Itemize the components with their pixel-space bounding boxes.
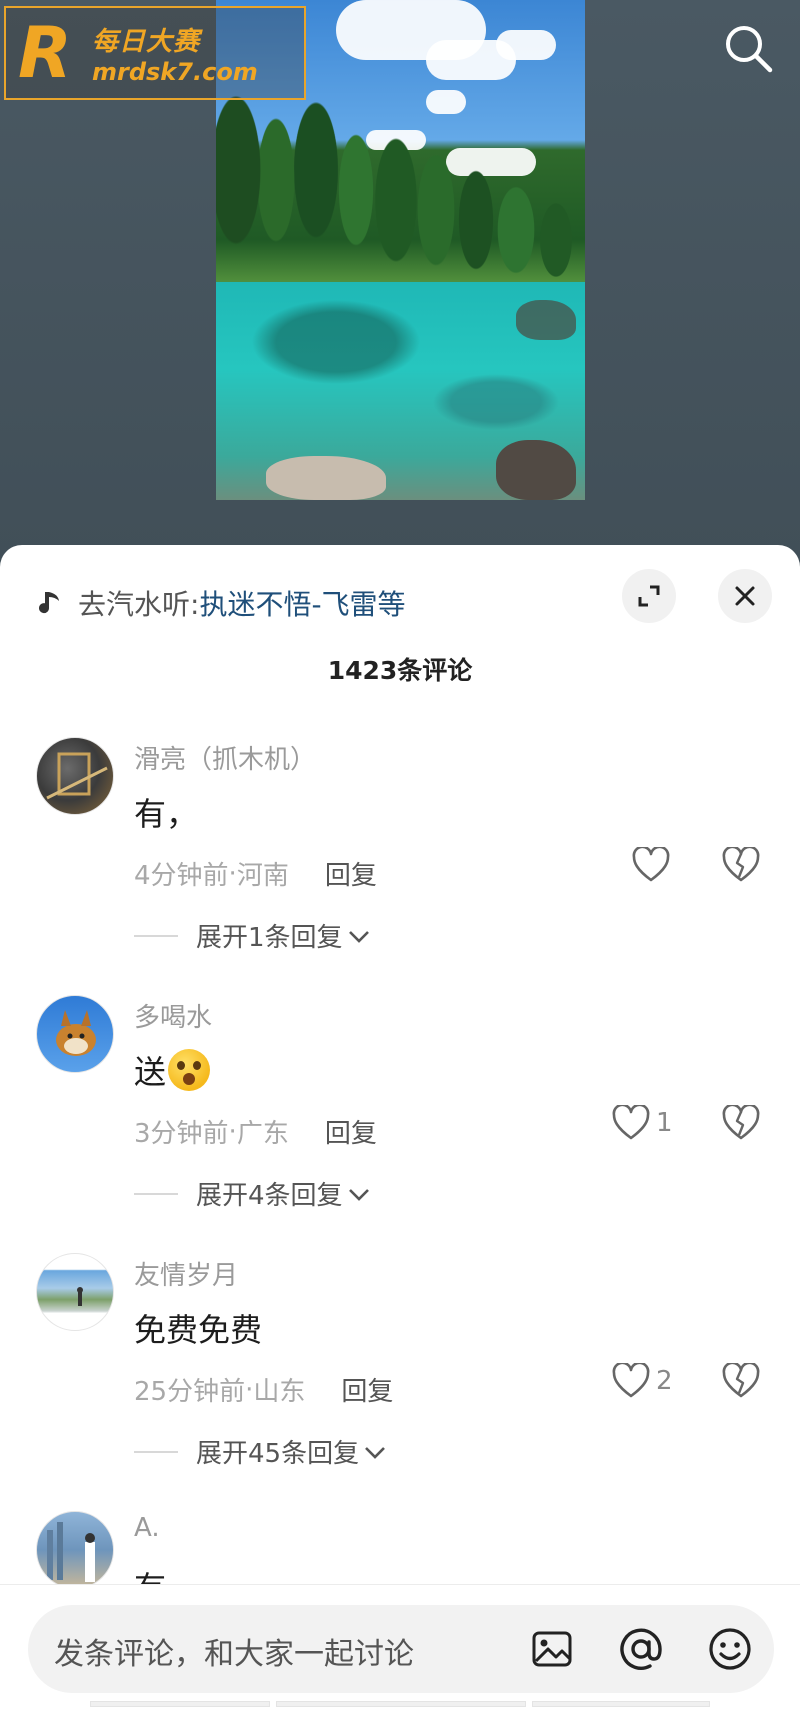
comment-text: 免费免费 — [134, 1311, 263, 1349]
comment-time: 4分钟前 — [134, 861, 229, 891]
like-button[interactable]: 2 — [612, 1363, 673, 1399]
comment-meta: 4分钟前 · 河南 回复 — [134, 855, 377, 892]
shocked-emoji-icon — [168, 1049, 211, 1091]
avatar[interactable] — [36, 737, 114, 815]
reply-button[interactable]: 回复 — [325, 855, 377, 892]
search-button[interactable] — [718, 18, 778, 78]
divider — [134, 934, 178, 937]
music-note-icon — [39, 592, 59, 614]
meta-separator: · — [228, 1116, 237, 1147]
expand-replies-label: 展开45条回复 — [196, 1439, 360, 1469]
broken-heart-icon — [722, 1103, 760, 1140]
like-button[interactable] — [632, 847, 670, 883]
broken-heart-icon — [722, 845, 760, 882]
image-icon — [532, 1631, 572, 1667]
watermark-logo-letter: R — [18, 12, 72, 94]
comment-count-title: 1423条评论 — [327, 656, 473, 685]
expand-replies-label: 展开4条回复 — [196, 1181, 343, 1211]
comment-text: 送 — [134, 1047, 211, 1093]
like-count: 1 — [656, 1108, 673, 1138]
comment-item: 滑亮（抓木机） 有， 4分钟前 · 河南 回复 展开1条回复 — [0, 737, 800, 995]
like-count: 2 — [656, 1366, 673, 1396]
watermark-name: 每日大赛 — [92, 26, 201, 57]
comment-input-placeholder[interactable]: 发条评论，和大家一起讨论 — [54, 1629, 414, 1673]
video-area[interactable]: R 每日大赛 mrdsk7.com — [0, 0, 800, 560]
reply-button[interactable]: 回复 — [325, 1113, 377, 1150]
comment-username[interactable]: A. — [134, 1513, 160, 1543]
watermark-logo: R 每日大赛 mrdsk7.com — [4, 6, 306, 100]
comment-item: 友情岁月 免费免费 25分钟前 · 山东 回复 2 展开45条回复 — [0, 1253, 800, 1511]
like-button[interactable]: 1 — [612, 1105, 673, 1141]
image-button[interactable] — [524, 1621, 580, 1677]
comment-meta: 3分钟前 · 广东 回复 — [134, 1113, 377, 1150]
comment-input-bar: 发条评论，和大家一起讨论 — [0, 1584, 800, 1710]
music-title[interactable]: 执迷不悟-飞雷等 — [199, 583, 405, 623]
mention-button[interactable] — [613, 1621, 669, 1677]
comment-location: 河南 — [236, 861, 289, 891]
heart-icon — [612, 1105, 650, 1140]
divider — [134, 1192, 178, 1195]
music-prefix: 去汽水听: — [78, 588, 200, 621]
meta-separator: · — [245, 1374, 254, 1405]
avatar[interactable] — [36, 1511, 114, 1589]
comment-item: 多喝水 送 3分钟前 · 广东 回复 1 展开4条回复 — [0, 995, 800, 1253]
chevron-down-icon — [348, 1188, 369, 1201]
comment-location: 山东 — [253, 1377, 306, 1407]
chevron-down-icon — [348, 930, 369, 943]
comment-sheet: 去汽水听: 执迷不悟-飞雷等 1423条评论 滑亮（抓木机） 有， 4分钟前 ·… — [0, 545, 800, 1710]
divider — [134, 1450, 178, 1453]
comment-text: 有， — [134, 795, 199, 833]
heart-icon — [632, 847, 670, 882]
comment-location: 广东 — [236, 1119, 289, 1149]
comment-username[interactable]: 多喝水 — [134, 997, 212, 1034]
emoji-icon — [709, 1628, 751, 1670]
keyboard-hint-bar — [90, 1701, 710, 1710]
avatar[interactable] — [36, 995, 114, 1073]
comment-time: 3分钟前 — [134, 1119, 229, 1149]
dislike-button[interactable] — [722, 1361, 760, 1403]
avatar[interactable] — [36, 1253, 114, 1331]
watermark-text: 每日大赛 mrdsk7.com — [92, 21, 258, 86]
dislike-button[interactable] — [722, 845, 760, 887]
expand-replies[interactable]: 展开1条回复 — [134, 917, 371, 954]
comment-username[interactable]: 滑亮（抓木机） — [134, 739, 316, 776]
watermark-site: mrdsk7.com — [92, 57, 258, 86]
comment-username[interactable]: 友情岁月 — [134, 1255, 238, 1292]
expand-icon — [638, 585, 660, 607]
close-icon — [735, 586, 755, 606]
comment-meta: 25分钟前 · 山东 回复 — [134, 1371, 393, 1408]
broken-heart-icon — [722, 1361, 760, 1398]
comment-input[interactable]: 发条评论，和大家一起讨论 — [28, 1605, 774, 1693]
expand-replies[interactable]: 展开45条回复 — [134, 1433, 387, 1470]
comment-item: A. 有 — [0, 1511, 800, 1591]
emoji-button[interactable] — [702, 1621, 758, 1677]
chevron-down-icon — [365, 1446, 386, 1459]
meta-separator: · — [228, 858, 237, 889]
dislike-button[interactable] — [722, 1103, 760, 1145]
expand-button[interactable] — [622, 569, 676, 623]
expand-replies[interactable]: 展开4条回复 — [134, 1175, 371, 1212]
reply-button[interactable]: 回复 — [341, 1371, 393, 1408]
search-icon — [726, 26, 773, 73]
music-link[interactable]: 去汽水听: 执迷不悟-飞雷等 — [36, 583, 406, 623]
heart-icon — [612, 1363, 650, 1398]
expand-replies-label: 展开1条回复 — [196, 923, 343, 953]
at-icon — [620, 1628, 662, 1670]
comment-time: 25分钟前 — [134, 1377, 246, 1407]
close-button[interactable] — [718, 569, 772, 623]
